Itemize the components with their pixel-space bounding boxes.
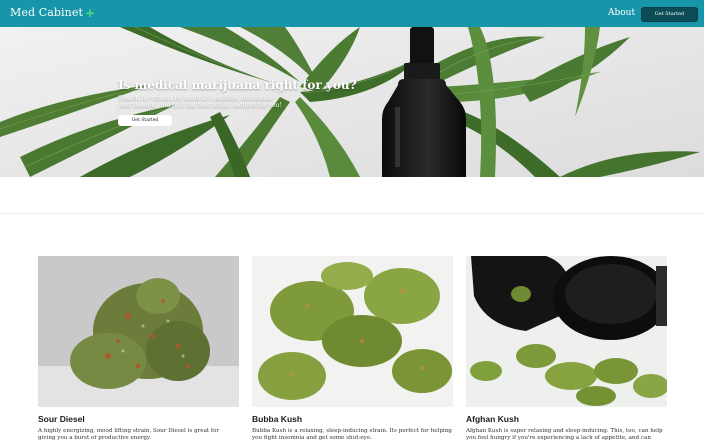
- strain-card-bubba-kush[interactable]: Bubba Kush Bubba Kush is a relaxing, sle…: [252, 256, 453, 442]
- strain-card-sour-diesel[interactable]: Sour Diesel A highly energizing, mood li…: [38, 256, 239, 442]
- hero-get-started-button[interactable]: Get Started: [118, 115, 172, 126]
- strain-name: Sour Diesel: [38, 414, 85, 424]
- hero-leaf-image: [0, 27, 704, 177]
- strain-photo: [466, 256, 667, 407]
- nav-about-link[interactable]: About: [608, 8, 635, 18]
- strain-name: Bubba Kush: [252, 414, 303, 424]
- strain-name: Afghan Kush: [466, 414, 519, 424]
- strain-photo: [252, 256, 453, 407]
- hero-banner: Is medical marijuana right for you? Sear…: [0, 27, 704, 177]
- hero-title: Is medical marijuana right for you?: [118, 78, 357, 92]
- top-navbar: Med Cabinet + About Get Started: [0, 0, 704, 27]
- nav-get-started-button[interactable]: Get Started: [641, 7, 698, 22]
- strain-description: Afghan Kush is super relaxing and sleep-…: [466, 428, 663, 441]
- strain-card-afghan-kush[interactable]: Afghan Kush Afghan Kush is super relaxin…: [466, 256, 667, 442]
- section-divider: [0, 213, 704, 214]
- strain-description: Bubba Kush is a relaxing, sleep-inducing…: [252, 428, 452, 441]
- strain-photo: [38, 256, 239, 407]
- strain-description: A highly energizing, mood lifting strain…: [38, 428, 220, 441]
- brand-logo[interactable]: Med Cabinet +: [10, 6, 95, 19]
- brand-name: Med Cabinet: [10, 6, 83, 19]
- hero-subtitle: Search for strains by medical condition,…: [118, 95, 282, 109]
- plus-icon: +: [84, 5, 96, 20]
